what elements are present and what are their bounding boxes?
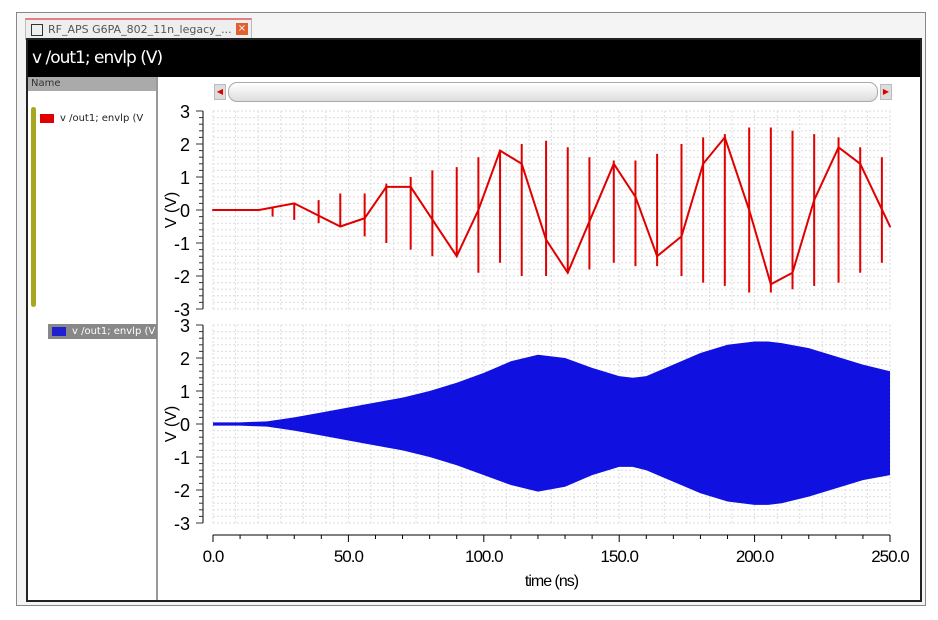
data-point [455,255,458,258]
data-point [702,162,705,165]
data-point [680,235,683,238]
y-tick-label: -2 [174,267,190,287]
data-point [813,199,816,202]
data-point [566,271,569,274]
y-axis-label: V (V) [163,192,180,228]
data-point [409,185,412,188]
y-axis-label: V (V) [163,406,180,442]
data-point [748,209,751,211]
data-point [612,162,615,165]
data-point [859,162,862,165]
strip-2: 3 2 1 0 -1 -2 -3 V (V) [163,316,891,534]
data-point [477,209,480,211]
y-tick-label: -2 [174,481,190,501]
x-tick-label: 200.0 [736,547,774,566]
data-point [385,185,388,188]
x-tick-label: 50.0 [334,547,364,566]
y-tick-label: -1 [174,234,190,254]
y-tick-label: 0 [180,201,190,221]
data-point [889,225,891,228]
data-point [499,149,502,152]
data-point [545,238,548,241]
y-tick-label: 2 [180,135,190,155]
x-tick-label: 0.0 [203,547,224,566]
x-axis: 0.0 50.0 100.0 150.0 200.0 250.0 time (ns) [203,534,910,590]
data-point [656,255,659,258]
strip-1: 3210-1-2-3V (V) [163,102,891,320]
y-tick-label: 1 [180,168,190,188]
data-point [791,271,794,274]
y-tick-label: 3 [180,316,190,336]
y-tick-label: -1 [174,448,190,468]
data-point [339,225,342,228]
waveform-plot: 3210-1-2-3V (V)3210-1-2-3V (V)0.0 50.0 100… [163,102,910,590]
data-point [520,162,523,165]
data-point [258,209,261,211]
y-tick-label: -3 [174,514,190,534]
data-point [363,217,366,220]
data-point [293,202,296,205]
x-axis-label: time (ns) [525,573,579,590]
x-tick-label: 100.0 [465,547,503,566]
x-tick-label: 250.0 [871,547,909,566]
y-tick-label: 0 [180,415,190,435]
waveform-area [213,341,890,505]
y-tick-label: 3 [180,102,190,122]
x-tick-label: 150.0 [600,547,638,566]
data-point [769,283,772,286]
data-point [212,209,214,211]
data-point [634,195,637,198]
data-point [837,146,840,149]
y-tick-label: 1 [180,382,190,402]
data-point [723,136,726,139]
y-tick-label: 2 [180,349,190,369]
